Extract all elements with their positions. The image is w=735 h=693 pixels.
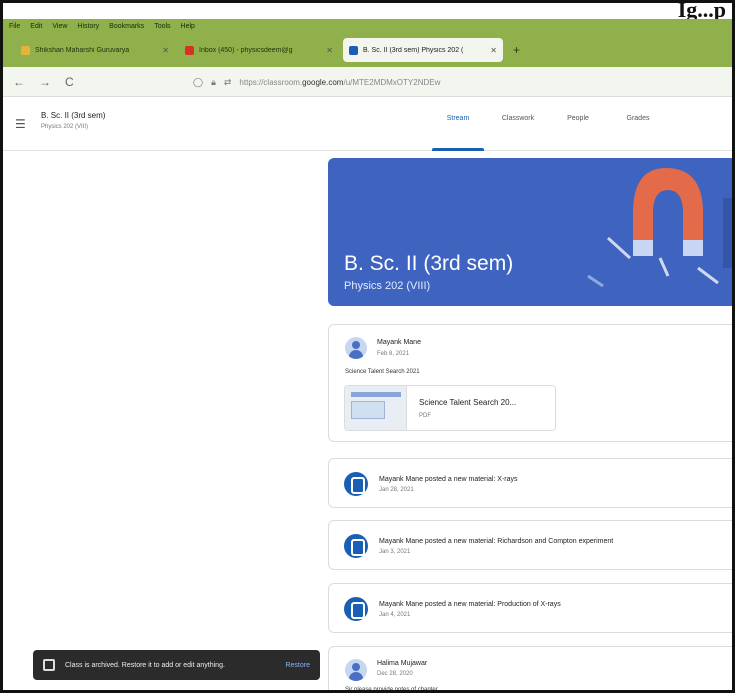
- attachment-thumbnail: [345, 386, 407, 430]
- class-tabs: Stream Classwork People Grades: [428, 97, 668, 151]
- menu-help[interactable]: Help: [181, 23, 195, 30]
- gmail-icon: [185, 45, 194, 55]
- shield-icon[interactable]: ◯: [193, 77, 203, 88]
- tab-label: Shikshan Maharshi Guruvarya: [35, 46, 130, 54]
- menu-tools[interactable]: Tools: [154, 23, 170, 30]
- magnet-illustration: [587, 168, 732, 288]
- class-title[interactable]: B. Sc. II (3rd sem): [41, 111, 105, 120]
- post-date: Feb 8, 2021: [377, 351, 410, 357]
- post-body: Sir please provide notes of chapter...: [345, 687, 443, 693]
- material-icon: [344, 534, 368, 558]
- material-date: Jan 3, 2021: [379, 549, 411, 555]
- material-card[interactable]: Mayank Mane posted a new material: Produ…: [328, 583, 732, 633]
- menu-bar: File Edit View History Bookmarks Tools H…: [3, 19, 732, 33]
- lock-icon[interactable]: 🔒︎: [211, 77, 216, 88]
- tab-people[interactable]: People: [548, 97, 608, 151]
- browser-tab-2[interactable]: Inbox (450) - physicsdeem@g ✕: [179, 38, 339, 62]
- menu-history[interactable]: History: [77, 23, 99, 30]
- navigation-bar: ← → C ◯ 🔒︎ ⇄ https://classroom.google.co…: [3, 67, 732, 97]
- material-card[interactable]: Mayank Mane posted a new material: X-ray…: [328, 458, 732, 508]
- back-button[interactable]: ←: [13, 75, 25, 89]
- post-date: Dec 28, 2020: [377, 671, 413, 677]
- browser-tab-1[interactable]: Shikshan Maharshi Guruvarya ✕: [15, 38, 175, 62]
- classroom-header: ☰ B. Sc. II (3rd sem) Physics 202 (VIII)…: [3, 97, 732, 151]
- browser-tab-3-active[interactable]: B. Sc. II (3rd sem) Physics 202 ( ✕: [343, 38, 503, 62]
- new-tab-button[interactable]: +: [513, 43, 520, 57]
- tab-label: Inbox (450) - physicsdeem@g: [199, 46, 293, 54]
- menu-edit[interactable]: Edit: [30, 23, 42, 30]
- address-bar[interactable]: ◯ 🔒︎ ⇄ https://classroom.google.com/u/MT…: [193, 72, 732, 92]
- avatar: [345, 659, 367, 681]
- material-icon: [344, 597, 368, 621]
- favicon-icon: [21, 45, 30, 55]
- close-icon[interactable]: ✕: [162, 46, 169, 55]
- tab-stream[interactable]: Stream: [428, 97, 488, 151]
- material-title: Mayank Mane posted a new material: X-ray…: [379, 476, 518, 483]
- tab-classwork[interactable]: Classwork: [488, 97, 548, 151]
- permissions-icon[interactable]: ⇄: [224, 77, 232, 88]
- material-date: Jan 4, 2021: [379, 612, 411, 618]
- screenshot-frame: Ig...p File Edit View History Bookmarks …: [0, 0, 735, 693]
- classroom-icon: [349, 45, 358, 55]
- tab-strip: Shikshan Maharshi Guruvarya ✕ Inbox (450…: [3, 33, 732, 67]
- forward-button[interactable]: →: [39, 75, 51, 89]
- snackbar-message: Class is archived. Restore it to add or …: [65, 661, 225, 669]
- announcement-card[interactable]: Mayank Mane Feb 8, 2021 Science Talent S…: [328, 324, 732, 442]
- post-author: Mayank Mane: [377, 339, 421, 346]
- main-menu-icon[interactable]: ☰: [15, 117, 26, 131]
- close-icon[interactable]: ✕: [326, 46, 333, 55]
- post-author: Halima Mujawar: [377, 660, 428, 667]
- url-text[interactable]: https://classroom.google.com/u/MTE2MDMxO…: [239, 78, 440, 87]
- archive-icon: [43, 659, 55, 671]
- reload-button[interactable]: C: [65, 75, 74, 89]
- class-banner: B. Sc. II (3rd sem) Physics 202 (VIII): [328, 158, 732, 306]
- material-title: Mayank Mane posted a new material: Produ…: [379, 601, 561, 608]
- post-body: Science Talent Search 2021: [345, 369, 420, 375]
- menu-bookmarks[interactable]: Bookmarks: [109, 23, 144, 30]
- tab-label: B. Sc. II (3rd sem) Physics 202 (: [363, 46, 464, 54]
- menu-view[interactable]: View: [52, 23, 67, 30]
- archived-snackbar: Class is archived. Restore it to add or …: [33, 650, 320, 680]
- avatar: [345, 337, 367, 359]
- banner-title: B. Sc. II (3rd sem): [344, 252, 514, 275]
- attachment-pdf[interactable]: Science Talent Search 20... PDF: [344, 385, 556, 431]
- material-card[interactable]: Mayank Mane posted a new material: Richa…: [328, 520, 732, 570]
- menu-file[interactable]: File: [9, 23, 20, 30]
- banner-subtitle: Physics 202 (VIII): [344, 280, 431, 292]
- attachment-name: Science Talent Search 20...: [419, 398, 517, 407]
- announcement-card[interactable]: Halima Mujawar Dec 28, 2020 Sir please p…: [328, 646, 732, 693]
- material-title: Mayank Mane posted a new material: Richa…: [379, 538, 614, 545]
- material-date: Jan 28, 2021: [379, 487, 414, 493]
- class-subtitle: Physics 202 (VIII): [41, 124, 89, 130]
- attachment-type: PDF: [419, 413, 431, 419]
- restore-button[interactable]: Restore: [285, 662, 310, 669]
- document-heading: Ig...p: [3, 3, 732, 22]
- close-icon[interactable]: ✕: [490, 46, 497, 55]
- tab-grades[interactable]: Grades: [608, 97, 668, 151]
- material-icon: [344, 472, 368, 496]
